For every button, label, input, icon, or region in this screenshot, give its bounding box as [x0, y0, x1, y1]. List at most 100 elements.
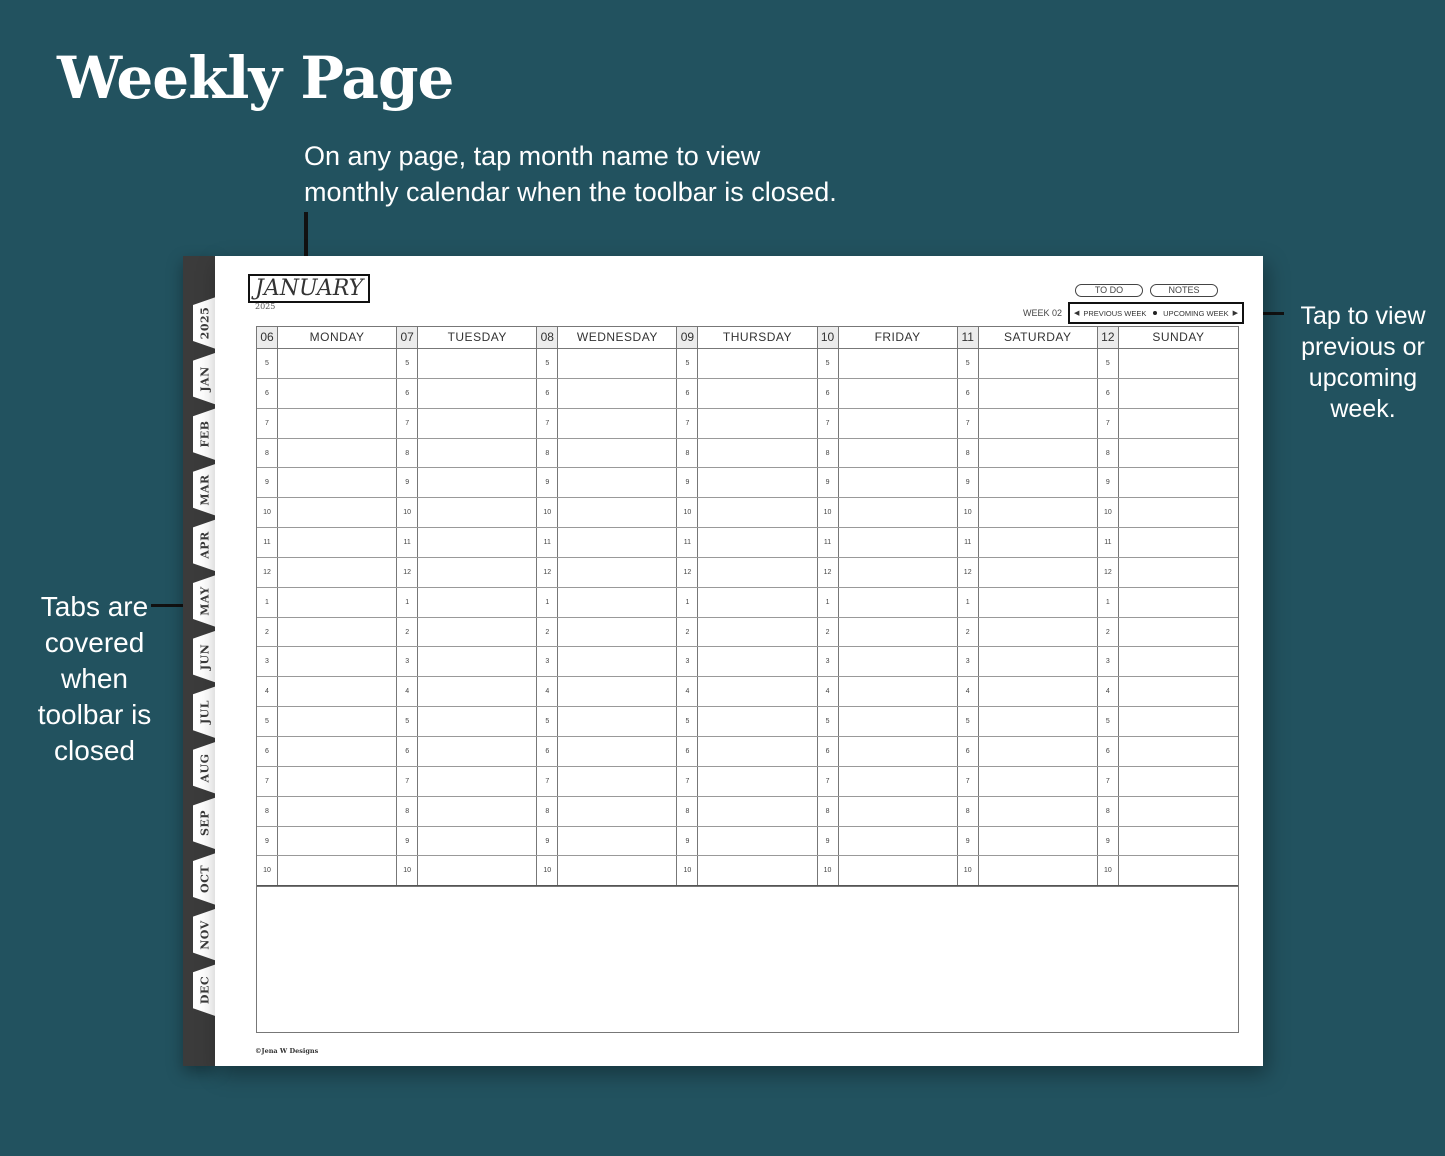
- time-slot-input[interactable]: [839, 439, 957, 468]
- time-slot-input[interactable]: [698, 647, 816, 676]
- time-slot-input[interactable]: [1119, 498, 1238, 527]
- time-slot-input[interactable]: [418, 588, 536, 617]
- time-slot-input[interactable]: [1119, 618, 1238, 647]
- time-slot-input[interactable]: [1119, 647, 1238, 676]
- time-slot-input[interactable]: [558, 707, 676, 736]
- time-slot-input[interactable]: [418, 558, 536, 587]
- time-slot-input[interactable]: [558, 558, 676, 587]
- time-slot-input[interactable]: [698, 797, 816, 826]
- time-slot-input[interactable]: [278, 856, 396, 885]
- time-slot-input[interactable]: [839, 379, 957, 408]
- time-slot-input[interactable]: [558, 349, 676, 378]
- time-slot-input[interactable]: [278, 379, 396, 408]
- time-slot-input[interactable]: [558, 618, 676, 647]
- time-slot-input[interactable]: [558, 379, 676, 408]
- time-slot-input[interactable]: [979, 498, 1097, 527]
- time-slot-input[interactable]: [278, 797, 396, 826]
- time-slot-input[interactable]: [1119, 767, 1238, 796]
- time-slot-input[interactable]: [418, 439, 536, 468]
- tab-oct[interactable]: OCT: [193, 853, 216, 905]
- time-slot-input[interactable]: [698, 468, 816, 497]
- notes-button[interactable]: NOTES: [1150, 284, 1218, 297]
- time-slot-input[interactable]: [558, 439, 676, 468]
- time-slot-input[interactable]: [698, 588, 816, 617]
- time-slot-input[interactable]: [839, 349, 957, 378]
- time-slot-input[interactable]: [558, 737, 676, 766]
- time-slot-input[interactable]: [839, 498, 957, 527]
- time-slot-input[interactable]: [979, 439, 1097, 468]
- time-slot-input[interactable]: [979, 379, 1097, 408]
- time-slot-input[interactable]: [698, 439, 816, 468]
- time-slot-input[interactable]: [698, 498, 816, 527]
- time-slot-input[interactable]: [698, 737, 816, 766]
- time-slot-input[interactable]: [278, 827, 396, 856]
- tab-jan[interactable]: JAN: [193, 353, 216, 405]
- time-slot-input[interactable]: [278, 618, 396, 647]
- time-slot-input[interactable]: [979, 349, 1097, 378]
- time-slot-input[interactable]: [839, 856, 957, 885]
- time-slot-input[interactable]: [1119, 528, 1238, 557]
- todo-button[interactable]: TO DO: [1075, 284, 1143, 297]
- month-title-link[interactable]: JANUARY: [248, 274, 371, 303]
- tab-aug[interactable]: AUG: [193, 742, 216, 794]
- time-slot-input[interactable]: [418, 379, 536, 408]
- tab-jun[interactable]: JUN: [193, 631, 216, 683]
- time-slot-input[interactable]: [558, 647, 676, 676]
- time-slot-input[interactable]: [558, 767, 676, 796]
- time-slot-input[interactable]: [418, 409, 536, 438]
- time-slot-input[interactable]: [278, 588, 396, 617]
- time-slot-input[interactable]: [418, 767, 536, 796]
- tab-apr[interactable]: APR: [193, 519, 216, 571]
- time-slot-input[interactable]: [558, 797, 676, 826]
- time-slot-input[interactable]: [698, 528, 816, 557]
- time-slot-input[interactable]: [278, 349, 396, 378]
- time-slot-input[interactable]: [418, 856, 536, 885]
- time-slot-input[interactable]: [1119, 707, 1238, 736]
- time-slot-input[interactable]: [418, 797, 536, 826]
- time-slot-input[interactable]: [1119, 827, 1238, 856]
- time-slot-input[interactable]: [1119, 349, 1238, 378]
- time-slot-input[interactable]: [558, 677, 676, 706]
- time-slot-input[interactable]: [839, 767, 957, 796]
- time-slot-input[interactable]: [278, 767, 396, 796]
- time-slot-input[interactable]: [278, 707, 396, 736]
- notes-area[interactable]: [256, 883, 1239, 1033]
- time-slot-input[interactable]: [418, 498, 536, 527]
- time-slot-input[interactable]: [558, 498, 676, 527]
- time-slot-input[interactable]: [698, 856, 816, 885]
- time-slot-input[interactable]: [979, 797, 1097, 826]
- time-slot-input[interactable]: [698, 618, 816, 647]
- tab-feb[interactable]: FEB: [193, 408, 216, 460]
- time-slot-input[interactable]: [278, 677, 396, 706]
- time-slot-input[interactable]: [278, 409, 396, 438]
- time-slot-input[interactable]: [979, 737, 1097, 766]
- time-slot-input[interactable]: [698, 767, 816, 796]
- time-slot-input[interactable]: [839, 737, 957, 766]
- tab-dec[interactable]: DEC: [193, 964, 216, 1016]
- time-slot-input[interactable]: [979, 767, 1097, 796]
- time-slot-input[interactable]: [1119, 588, 1238, 617]
- time-slot-input[interactable]: [558, 468, 676, 497]
- tab-nov[interactable]: NOV: [193, 909, 216, 961]
- time-slot-input[interactable]: [278, 647, 396, 676]
- time-slot-input[interactable]: [418, 618, 536, 647]
- time-slot-input[interactable]: [418, 677, 536, 706]
- upcoming-week-button[interactable]: UPCOMING WEEK ▶: [1163, 309, 1238, 318]
- time-slot-input[interactable]: [418, 827, 536, 856]
- time-slot-input[interactable]: [979, 468, 1097, 497]
- time-slot-input[interactable]: [558, 588, 676, 617]
- time-slot-input[interactable]: [1119, 856, 1238, 885]
- time-slot-input[interactable]: [1119, 409, 1238, 438]
- time-slot-input[interactable]: [1119, 379, 1238, 408]
- time-slot-input[interactable]: [979, 707, 1097, 736]
- time-slot-input[interactable]: [1119, 558, 1238, 587]
- time-slot-input[interactable]: [278, 737, 396, 766]
- time-slot-input[interactable]: [698, 558, 816, 587]
- time-slot-input[interactable]: [839, 797, 957, 826]
- time-slot-input[interactable]: [979, 528, 1097, 557]
- time-slot-input[interactable]: [558, 827, 676, 856]
- time-slot-input[interactable]: [1119, 468, 1238, 497]
- time-slot-input[interactable]: [418, 647, 536, 676]
- time-slot-input[interactable]: [979, 856, 1097, 885]
- time-slot-input[interactable]: [278, 528, 396, 557]
